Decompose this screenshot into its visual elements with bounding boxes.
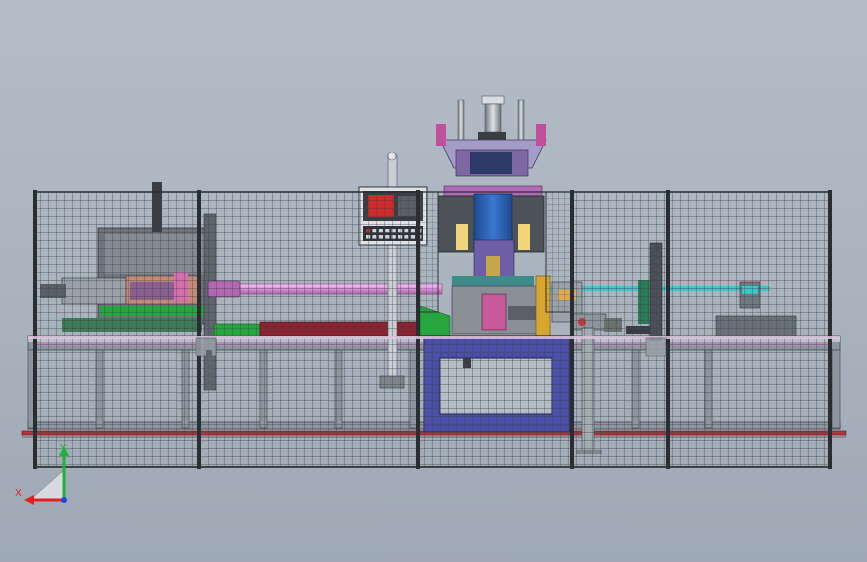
x-axis-label: X <box>15 488 22 499</box>
vertical-press-unit <box>436 95 551 337</box>
x-axis-arrowhead <box>24 495 34 505</box>
cad-viewport[interactable]: X Y <box>0 0 867 562</box>
y-axis-label: Y <box>59 443 67 454</box>
z-axis-dot <box>61 497 67 503</box>
